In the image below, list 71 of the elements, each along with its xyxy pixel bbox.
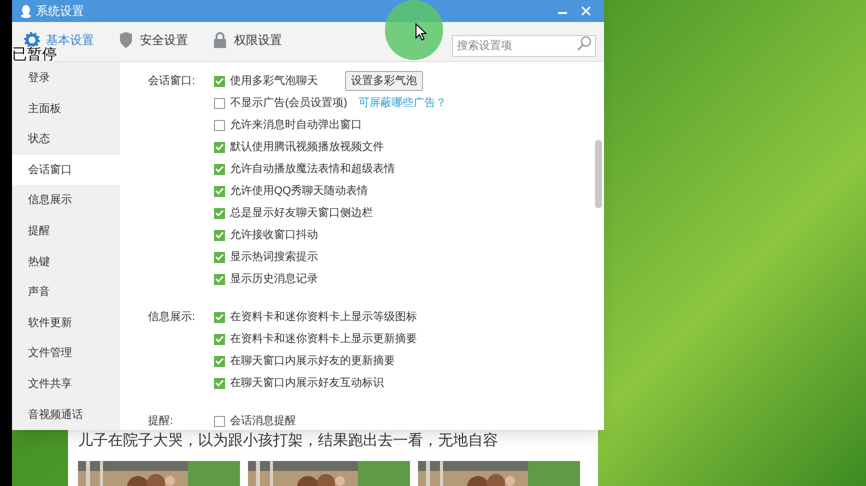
search-icon: [577, 36, 592, 51]
checkmark-icon: [215, 275, 224, 283]
paused-label: 已暂停: [12, 47, 57, 63]
checkbox-label: 显示历史消息记录: [230, 272, 318, 287]
checkbox[interactable]: [214, 312, 225, 322]
lock-icon: [212, 32, 228, 48]
checkbox[interactable]: [214, 378, 225, 388]
checkbox-label: 允许自动播放魔法表情和超级表情: [230, 162, 395, 177]
checkbox[interactable]: [214, 98, 225, 108]
checkmark-icon: [215, 143, 224, 151]
checkmark-icon: [215, 357, 224, 365]
sidebar-item[interactable]: 会话窗口: [12, 154, 120, 186]
settings-tab[interactable]: 安全设置: [118, 31, 188, 49]
checkbox-label: 总是显示好友聊天窗口侧边栏: [230, 206, 373, 221]
checkbox[interactable]: [214, 120, 225, 130]
checkbox-label: 使用多彩气泡聊天: [230, 74, 318, 89]
checkbox[interactable]: [214, 230, 225, 240]
checkbox-label: 在聊天窗口内展示好友的更新摘要: [230, 354, 395, 369]
checkbox-label: 在资料卡和迷你资料卡上显示等级图标: [230, 310, 417, 325]
checkmark-icon: [215, 313, 224, 321]
checkmark-icon: [215, 231, 224, 239]
section-label: 提醒:: [147, 414, 174, 429]
sidebar-item[interactable]: 文件管理: [12, 338, 120, 369]
checkbox-label: 不显示广告(会员设置项): [230, 96, 348, 111]
section-label: 信息展示:: [147, 310, 196, 325]
checkbox[interactable]: [214, 334, 225, 344]
checkmark-icon: [215, 379, 224, 387]
search-field[interactable]: 搜索设置项: [452, 35, 596, 57]
close-icon: [581, 6, 591, 16]
section-label: 会话窗口:: [147, 74, 196, 89]
checkbox[interactable]: [214, 142, 225, 152]
checkmark-icon: [215, 77, 224, 85]
sidebar-item[interactable]: 信息展示: [12, 185, 120, 216]
shield-icon: [118, 32, 134, 48]
gear-icon: [24, 32, 40, 48]
sidebar-item[interactable]: 文件共享: [12, 368, 120, 400]
checkbox[interactable]: [214, 76, 225, 86]
sidebar-item[interactable]: 热键: [12, 246, 120, 278]
checkbox-label: 显示热词搜索提示: [230, 250, 318, 265]
checkbox-label: 允许来消息时自动弹出窗口: [230, 118, 362, 133]
scrollbar-thumb[interactable]: [595, 140, 602, 208]
checkbox[interactable]: [214, 186, 225, 196]
sidebar-item[interactable]: 状态: [12, 124, 120, 155]
checkbox-label: 允许使用QQ秀聊天随动表情: [230, 184, 368, 199]
news-headline[interactable]: 儿子在院子大哭，以为跟小孩打架，结果跑出去一看，无地自容: [78, 430, 588, 452]
checkbox[interactable]: [214, 252, 225, 262]
checkbox-label: 允许接收窗口抖动: [230, 228, 318, 243]
sidebar-item[interactable]: 提醒: [12, 216, 120, 247]
checkbox[interactable]: [214, 164, 225, 174]
checkmark-icon: [215, 335, 224, 343]
checkbox[interactable]: [214, 416, 225, 426]
sidebar-item[interactable]: 声音: [12, 277, 120, 308]
checkmark-icon: [215, 165, 224, 173]
checkbox-label: 会话消息提醒: [230, 414, 296, 429]
checkbox[interactable]: [214, 356, 225, 366]
checkbox-label: 在资料卡和迷你资料卡上显示更新摘要: [230, 332, 417, 347]
bubble-settings-button[interactable]: 设置多彩气泡: [345, 71, 423, 91]
settings-tab[interactable]: 权限设置: [212, 31, 282, 49]
checkbox-label: 默认使用腾讯视频播放视频文件: [230, 140, 384, 155]
checkbox[interactable]: [214, 274, 225, 284]
checkbox-label: 在聊天窗口内展示好友互动标识: [230, 376, 384, 391]
cursor-icon: [415, 23, 427, 41]
checkmark-icon: [215, 253, 224, 261]
checkmark-icon: [215, 187, 224, 195]
checkmark-icon: [215, 209, 224, 217]
sidebar-item[interactable]: 音视频通话: [12, 400, 120, 430]
checkbox[interactable]: [214, 208, 225, 218]
sidebar-item[interactable]: 软件更新: [12, 308, 120, 338]
window-title: 系统设置: [36, 3, 84, 20]
sidebar-item[interactable]: 登录: [12, 63, 120, 94]
sidebar-item[interactable]: 主面板: [12, 94, 120, 124]
